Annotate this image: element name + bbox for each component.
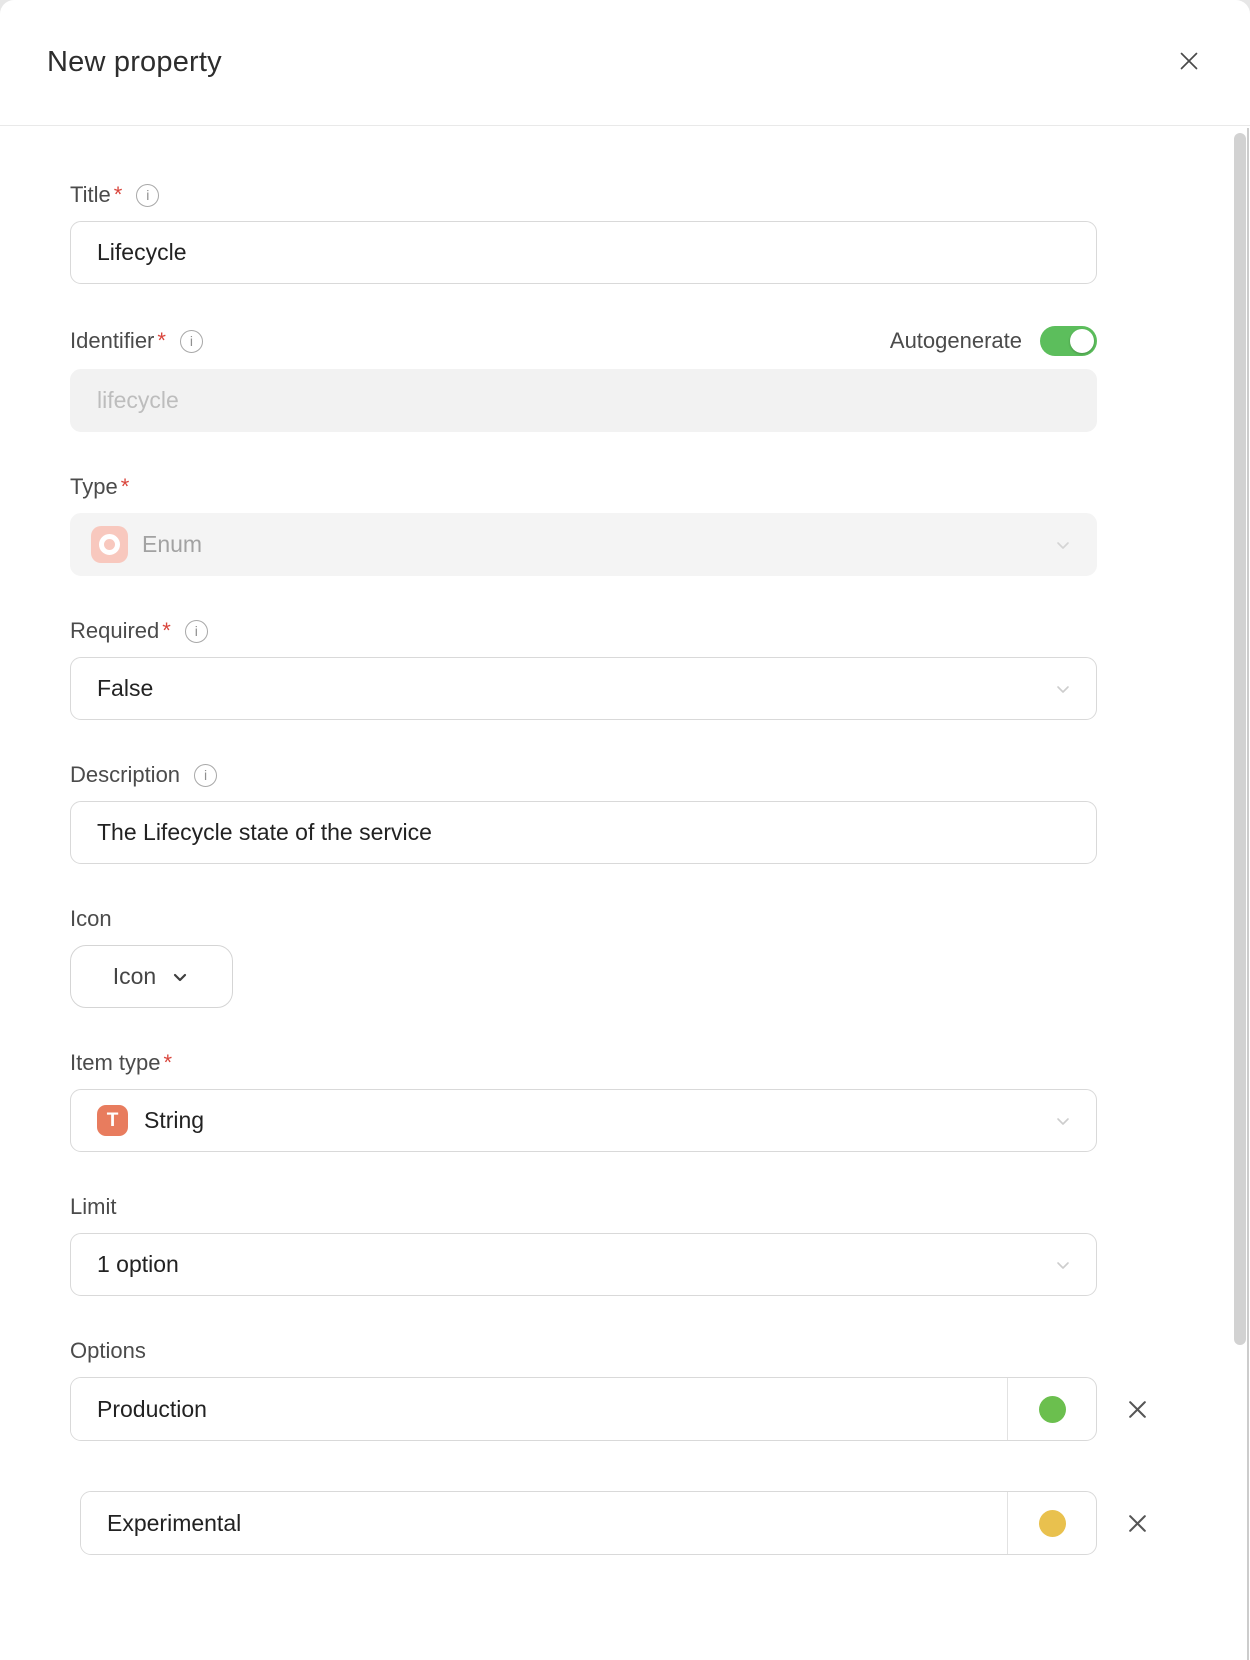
close-button[interactable] — [1166, 38, 1212, 87]
type-select: Enum — [70, 513, 1097, 576]
remove-option-button[interactable] — [1121, 1393, 1153, 1425]
modal-title: New property — [47, 46, 222, 79]
identifier-label: Identifier* — [70, 328, 166, 354]
description-input[interactable] — [70, 801, 1097, 864]
field-group-icon: Icon Icon — [70, 906, 1097, 1008]
option-row — [80, 1491, 1097, 1555]
field-group-type: Type* Enum — [70, 474, 1097, 576]
remove-option-button[interactable] — [1121, 1507, 1153, 1539]
required-marker: * — [121, 474, 130, 500]
option-color-picker[interactable] — [1008, 1492, 1096, 1554]
title-input[interactable] — [70, 221, 1097, 284]
string-type-icon: T — [97, 1105, 128, 1136]
option-color-picker[interactable] — [1008, 1378, 1096, 1440]
field-group-options: Options — [70, 1338, 1097, 1555]
info-icon[interactable]: i — [180, 330, 203, 353]
required-label: Required* — [70, 618, 171, 644]
toggle-knob — [1070, 329, 1094, 353]
limit-select-value: 1 option — [97, 1251, 179, 1278]
item-type-label: Item type* — [70, 1050, 172, 1076]
option-input[interactable] — [81, 1492, 1007, 1554]
info-icon[interactable]: i — [185, 620, 208, 643]
field-group-description: Description i — [70, 762, 1097, 864]
autogenerate-toggle[interactable] — [1040, 326, 1097, 356]
info-icon[interactable]: i — [194, 764, 217, 787]
scrollbar-thumb[interactable] — [1234, 133, 1246, 1345]
identifier-input — [70, 369, 1097, 432]
option-input[interactable] — [71, 1378, 1007, 1440]
modal-header: New property — [0, 0, 1250, 126]
field-group-item-type: Item type* T String — [70, 1050, 1097, 1152]
type-select-value: Enum — [142, 531, 202, 558]
autogenerate-label: Autogenerate — [890, 328, 1022, 354]
item-type-select-value: String — [144, 1107, 204, 1134]
option-row — [70, 1377, 1097, 1441]
limit-label: Limit — [70, 1194, 116, 1220]
item-type-select[interactable]: T String — [70, 1089, 1097, 1152]
chevron-down-icon — [1054, 1256, 1072, 1274]
color-dot-green-icon — [1039, 1396, 1066, 1423]
close-icon — [1176, 48, 1202, 77]
options-label: Options — [70, 1338, 146, 1364]
required-marker: * — [114, 182, 123, 208]
remove-icon — [1126, 1398, 1149, 1421]
modal-right-edge — [1247, 128, 1249, 1660]
info-icon[interactable]: i — [136, 184, 159, 207]
description-label: Description — [70, 762, 180, 788]
required-marker: * — [163, 1050, 172, 1076]
chevron-down-icon — [1054, 536, 1072, 554]
icon-label: Icon — [70, 906, 112, 932]
required-marker: * — [157, 328, 166, 354]
field-group-required: Required* i False — [70, 618, 1097, 720]
new-property-modal: New property Title* i Identifier* i Auto… — [0, 0, 1250, 1660]
required-marker: * — [162, 618, 171, 644]
remove-icon — [1126, 1512, 1149, 1535]
required-select-value: False — [97, 675, 153, 702]
color-dot-yellow-icon — [1039, 1510, 1066, 1537]
enum-type-icon — [91, 526, 128, 563]
limit-select[interactable]: 1 option — [70, 1233, 1097, 1296]
icon-picker-label: Icon — [113, 963, 156, 990]
modal-body: Title* i Identifier* i Autogenerate Type… — [0, 126, 1250, 1645]
required-select[interactable]: False — [70, 657, 1097, 720]
title-label: Title* — [70, 182, 122, 208]
field-group-limit: Limit 1 option — [70, 1194, 1097, 1296]
chevron-down-icon — [1054, 1112, 1072, 1130]
option-box — [80, 1491, 1097, 1555]
type-label: Type* — [70, 474, 129, 500]
field-group-identifier: Identifier* i Autogenerate — [70, 326, 1097, 432]
option-box — [70, 1377, 1097, 1441]
field-group-title: Title* i — [70, 182, 1097, 284]
chevron-down-icon — [1054, 680, 1072, 698]
chevron-down-icon — [170, 967, 190, 987]
icon-picker-button[interactable]: Icon — [70, 945, 233, 1008]
